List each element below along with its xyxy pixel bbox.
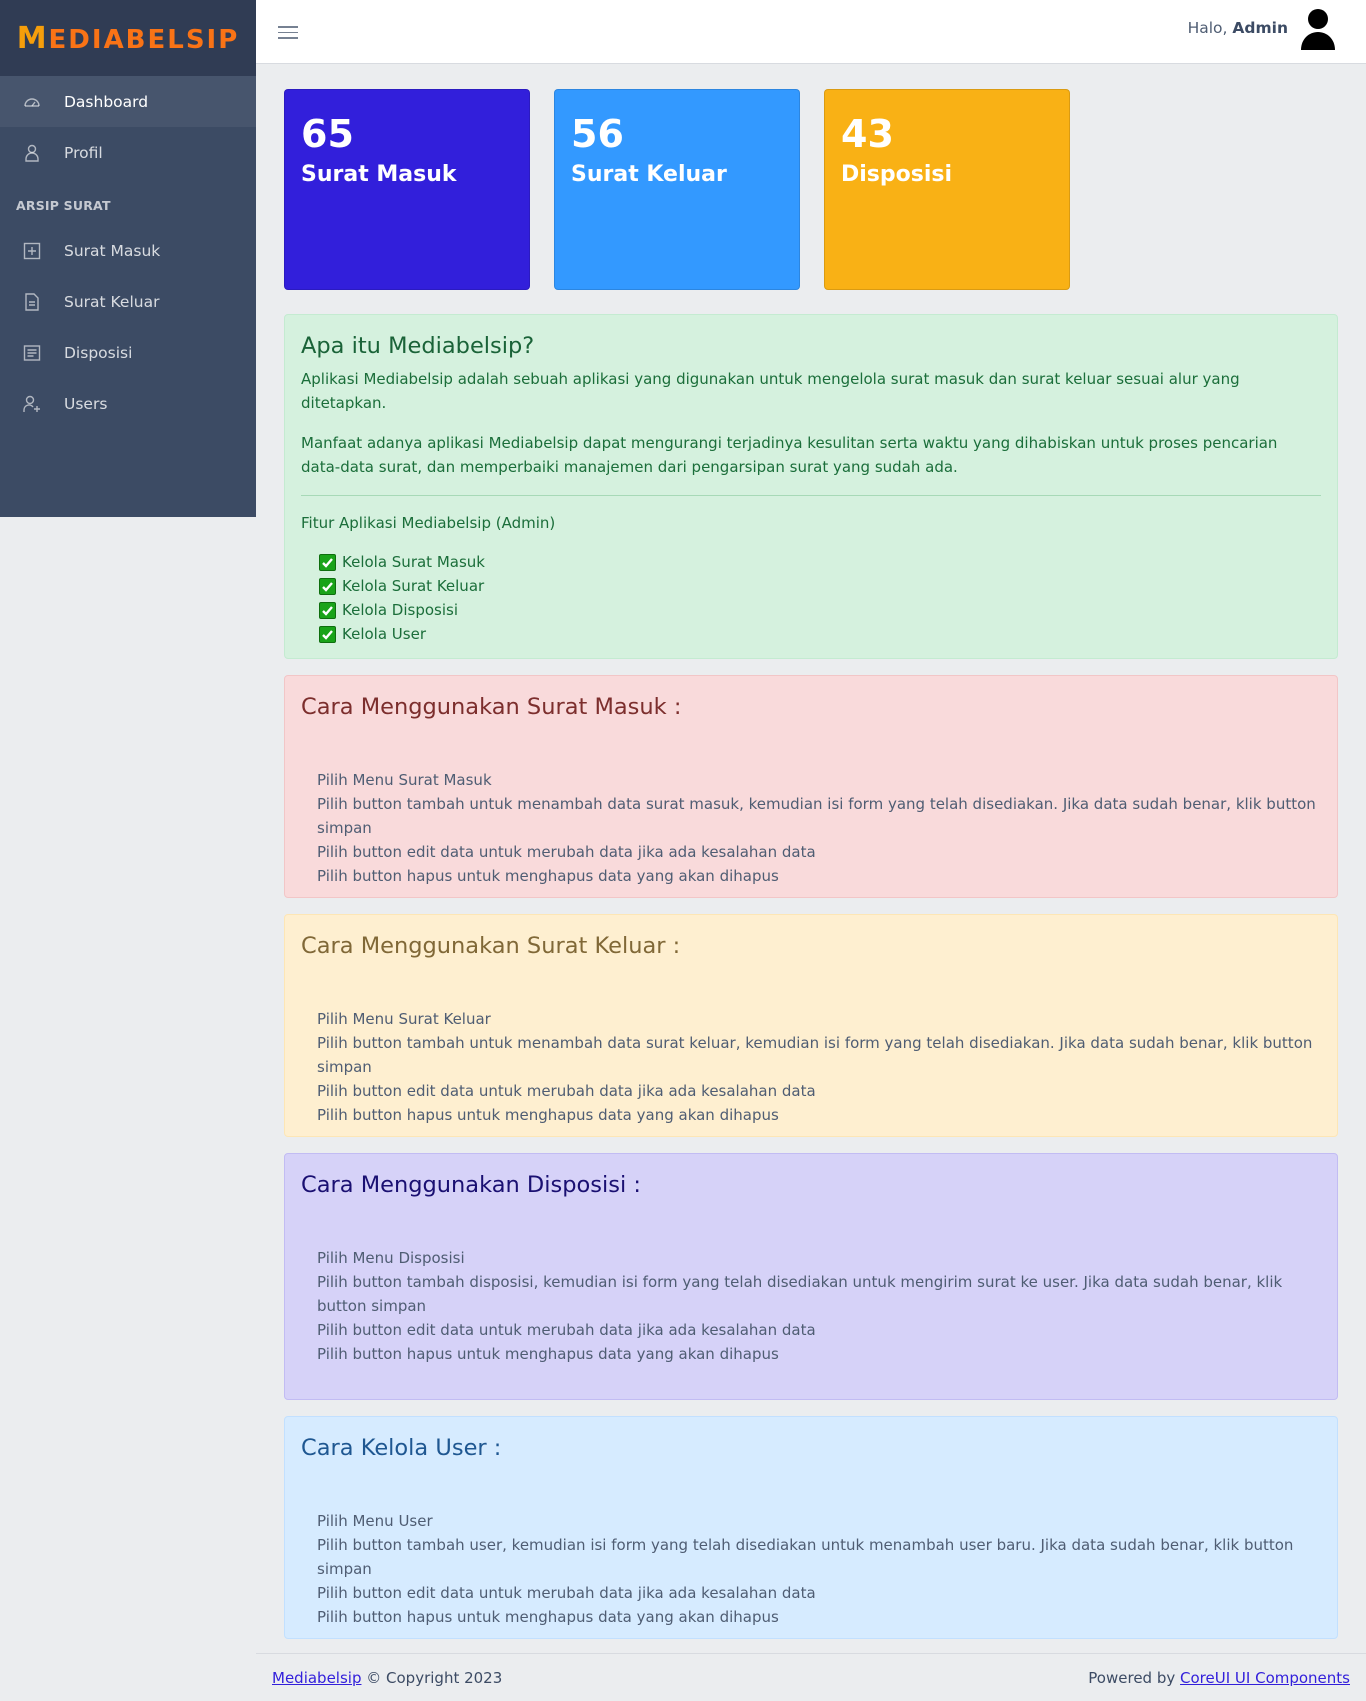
list-item: Kelola Surat Masuk	[319, 550, 1321, 574]
stat-value: 43	[841, 112, 894, 156]
greeting: Halo, Admin	[1187, 19, 1288, 37]
stat-label: Disposisi	[841, 161, 953, 187]
list-item: Pilih Menu Disposisi	[317, 1249, 465, 1267]
brand-logo[interactable]: MEDIABELSIP	[0, 0, 256, 76]
user-plus-icon	[22, 394, 42, 414]
user-icon	[22, 143, 42, 163]
list-item: Pilih Menu Surat Keluar	[317, 1010, 491, 1028]
features-title: Fitur Aplikasi Mediabelsip (Admin)	[301, 514, 556, 532]
sidebar-item-disposisi[interactable]: Disposisi	[0, 327, 256, 378]
stat-card-surat-keluar[interactable]: 56 Surat Keluar	[554, 89, 800, 290]
footer: Mediabelsip © Copyright 2023 Powered by …	[256, 1653, 1366, 1701]
sidebar-item-surat-keluar[interactable]: Surat Keluar	[0, 276, 256, 327]
guide-surat-masuk-panel: Cara Menggunakan Surat Masuk : Pilih Men…	[284, 675, 1338, 898]
list-item: Pilih button tambah user, kemudian isi f…	[317, 1536, 1294, 1578]
list-item: Kelola Disposisi	[319, 598, 1321, 622]
list-item: Pilih button edit data untuk merubah dat…	[317, 1584, 816, 1602]
note-add-icon	[22, 241, 42, 261]
features-list: Kelola Surat Masuk Kelola Surat Keluar K…	[301, 550, 1321, 646]
list-item: Pilih button edit data untuk merubah dat…	[317, 1082, 816, 1100]
about-paragraph: Manfaat adanya aplikasi Mediabelsip dapa…	[301, 434, 1278, 476]
stat-card-surat-masuk[interactable]: 65 Surat Masuk	[284, 89, 530, 290]
list-item: Pilih Menu Surat Masuk	[317, 771, 492, 789]
stat-label: Surat Masuk	[301, 161, 457, 187]
main-content: 65 Surat Masuk 56 Surat Keluar 43 Dispos…	[284, 89, 1338, 1655]
checkmark-icon	[319, 553, 336, 571]
guide-steps: Pilih Menu Surat Masuk Pilih button tamb…	[301, 768, 1321, 888]
sidebar-section-title: ARSIP SURAT	[16, 198, 111, 213]
copyright-text: © Copyright 2023	[366, 1668, 503, 1687]
stat-label: Surat Keluar	[571, 161, 727, 187]
checkmark-icon	[319, 625, 336, 643]
guide-disposisi-panel: Cara Menggunakan Disposisi : Pilih Menu …	[284, 1153, 1338, 1400]
sidebar-item-label: Surat Masuk	[64, 241, 161, 260]
stat-card-disposisi[interactable]: 43 Disposisi	[824, 89, 1070, 290]
logo-letter: M	[16, 20, 49, 56]
coreui-link[interactable]: CoreUI UI Components	[1180, 1669, 1350, 1687]
guide-steps: Pilih Menu Surat Keluar Pilih button tam…	[301, 1007, 1321, 1127]
guide-title: Cara Menggunakan Surat Keluar :	[301, 933, 681, 959]
sidebar-item-users[interactable]: Users	[0, 378, 256, 429]
divider	[301, 495, 1321, 496]
about-title: Apa itu Mediabelsip?	[301, 333, 535, 359]
list-item: Kelola Surat Keluar	[319, 574, 1321, 598]
footer-brand-link[interactable]: Mediabelsip	[272, 1669, 361, 1687]
header: Halo, Admin	[256, 0, 1366, 64]
file-icon	[22, 292, 42, 312]
guide-surat-keluar-panel: Cara Menggunakan Surat Keluar : Pilih Me…	[284, 914, 1338, 1137]
list-item: Pilih button hapus untuk menghapus data …	[317, 1608, 779, 1626]
guide-title: Cara Kelola User :	[301, 1435, 502, 1461]
about-panel: Apa itu Mediabelsip? Aplikasi Mediabelsi…	[284, 314, 1338, 659]
guide-title: Cara Menggunakan Surat Masuk :	[301, 694, 682, 720]
footer-right: Powered by CoreUI UI Components	[1088, 1669, 1350, 1687]
sidebar-item-label: Surat Keluar	[64, 292, 160, 311]
sidebar-item-label: Disposisi	[64, 343, 133, 362]
list-item: Pilih button tambah untuk menambah data …	[317, 795, 1316, 837]
list-item: Kelola User	[319, 622, 1321, 646]
sidebar-item-profil[interactable]: Profil	[0, 127, 256, 178]
avatar-icon[interactable]	[1298, 6, 1338, 50]
guide-user-panel: Cara Kelola User : Pilih Menu User Pilih…	[284, 1416, 1338, 1639]
list-item: Pilih button hapus untuk menghapus data …	[317, 867, 779, 885]
list-item: Pilih button tambah untuk menambah data …	[317, 1034, 1313, 1076]
footer-left: Mediabelsip © Copyright 2023	[272, 1669, 502, 1687]
stat-value: 56	[571, 112, 624, 156]
list-item: Pilih button edit data untuk merubah dat…	[317, 843, 816, 861]
menu-toggle-icon[interactable]	[278, 22, 298, 40]
checkmark-icon	[319, 577, 336, 595]
sidebar-item-label: Profil	[64, 143, 103, 162]
list-item: Pilih button edit data untuk merubah dat…	[317, 1321, 816, 1339]
guide-steps: Pilih Menu User Pilih button tambah user…	[301, 1509, 1321, 1629]
sidebar-item-label: Dashboard	[64, 92, 149, 111]
stats-row: 65 Surat Masuk 56 Surat Keluar 43 Dispos…	[284, 89, 1338, 290]
sidebar: MEDIABELSIP Dashboard Profil ARSIP SURAT…	[0, 0, 256, 517]
guide-steps: Pilih Menu Disposisi Pilih button tambah…	[301, 1246, 1321, 1366]
notes-icon	[22, 343, 42, 363]
logo-text: EDIABELSIP	[48, 24, 240, 55]
list-item: Pilih button tambah disposisi, kemudian …	[317, 1273, 1283, 1315]
sidebar-item-surat-masuk[interactable]: Surat Masuk	[0, 225, 256, 276]
sidebar-item-dashboard[interactable]: Dashboard	[0, 76, 256, 127]
list-item: Pilih Menu User	[317, 1512, 433, 1530]
checkmark-icon	[319, 601, 336, 619]
speedometer-icon	[22, 92, 42, 112]
user-name: Admin	[1232, 19, 1288, 37]
sidebar-item-label: Users	[64, 394, 108, 413]
powered-by-text: Powered by	[1088, 1668, 1176, 1687]
list-item: Pilih button hapus untuk menghapus data …	[317, 1106, 779, 1124]
list-item: Pilih button hapus untuk menghapus data …	[317, 1345, 779, 1363]
about-paragraph: Aplikasi Mediabelsip adalah sebuah aplik…	[301, 370, 1240, 412]
guide-title: Cara Menggunakan Disposisi :	[301, 1172, 641, 1198]
stat-value: 65	[301, 112, 354, 156]
user-menu[interactable]: Halo, Admin	[1188, 6, 1338, 50]
